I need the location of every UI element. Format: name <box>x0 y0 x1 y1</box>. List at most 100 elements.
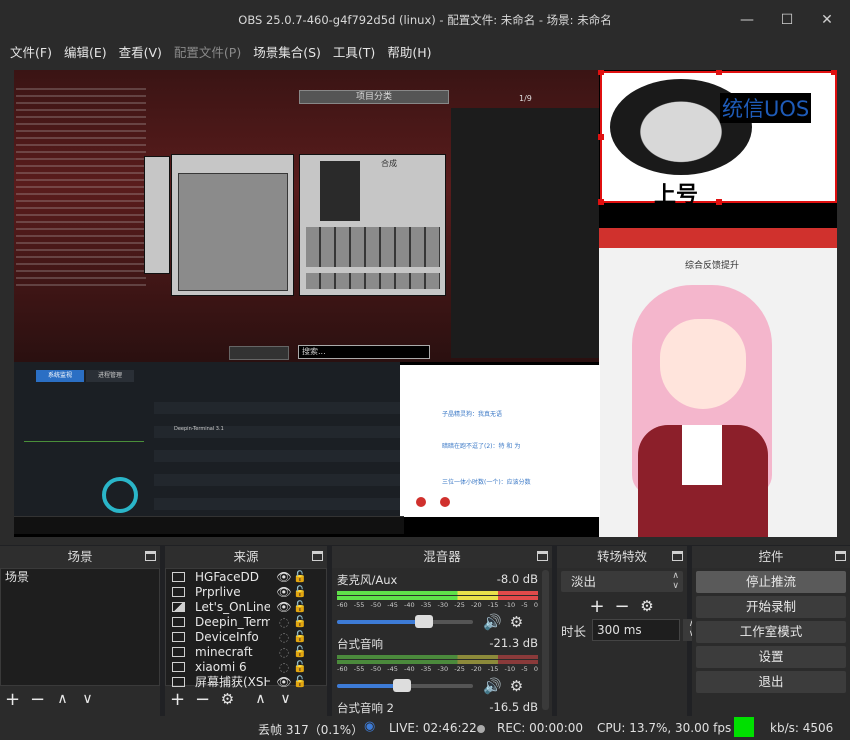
volume-slider[interactable] <box>337 679 473 692</box>
duration-spinbox[interactable]: 300 ms ∧∨ <box>592 619 702 641</box>
menu-tools[interactable]: 工具(T) <box>327 42 381 61</box>
remove-transition-button[interactable]: − <box>610 596 635 617</box>
live-time: LIVE: 02:46:22 <box>389 721 477 735</box>
source-item[interactable]: minecraft ◌ 🔓 <box>166 644 326 659</box>
source-item[interactable]: Prprlive 👁 🔓 <box>166 584 326 599</box>
eye-icon[interactable]: 👁 <box>276 675 292 689</box>
source-item[interactable]: Deepin_Termi ◌ 🔓 <box>166 614 326 629</box>
level-meter <box>337 655 538 659</box>
creative-tabs <box>144 156 170 274</box>
vtuber-avatar <box>582 275 827 537</box>
menu-scene-collection[interactable]: 场景集合(S) <box>247 42 327 61</box>
level-meter <box>337 596 538 600</box>
meme-overlay[interactable]: 统信UOS 上号 <box>598 70 837 208</box>
speaker-icon[interactable]: 🔊 <box>483 677 502 695</box>
transitions-title: 转场特效 <box>596 549 647 564</box>
mixer-title: 混音器 <box>423 549 461 564</box>
add-transition-button[interactable]: + <box>585 596 610 617</box>
channel-level: -16.5 dB <box>489 700 538 714</box>
eye-hidden-icon[interactable]: ◌ <box>276 645 292 659</box>
studio-mode-button[interactable]: 工作室模式 <box>696 621 846 643</box>
remove-source-button[interactable]: − <box>190 689 215 710</box>
monitor-tab: 系统监视 <box>36 370 84 382</box>
eye-icon[interactable]: 👁 <box>276 600 292 614</box>
game-search-bar[interactable]: 项目分类 <box>299 90 449 104</box>
scene-down-button[interactable]: ∨ <box>75 691 100 707</box>
lock-icon[interactable]: 🔓 <box>292 675 308 688</box>
source-item[interactable]: Let's_OnLine- 👁 🔓 <box>166 599 326 614</box>
gear-icon[interactable]: ⚙ <box>510 677 523 695</box>
eye-hidden-icon[interactable]: ◌ <box>276 630 292 644</box>
scene-up-button[interactable]: ∧ <box>50 691 75 707</box>
settings-button[interactable]: 设置 <box>696 646 846 668</box>
meter-scale: -60 -55 -50 -45 -40 -35 -30 -25 -20 -15 -10 -5 0 <box>337 665 538 673</box>
meter-scale: -60 -55 -50 -45 -40 -35 -30 -25 -20 -15 -10 -5 0 <box>337 601 538 609</box>
channel-name: 台式音响 2 <box>337 701 394 715</box>
monitor-tab: 进程管理 <box>86 370 134 382</box>
transitions-toolbar: + − ⚙ <box>557 593 687 619</box>
eye-hidden-icon[interactable]: ◌ <box>276 615 292 629</box>
menu-profile[interactable]: 配置文件(P) <box>168 42 247 61</box>
monitor-icon <box>172 646 185 657</box>
transition-select[interactable]: 淡出 ∧ ∨ <box>561 571 683 592</box>
scene-item[interactable]: 场景 <box>1 569 159 585</box>
undock-icon[interactable] <box>312 551 323 561</box>
level-meter <box>337 660 538 664</box>
start-recording-button[interactable]: 开始录制 <box>696 596 846 618</box>
source-item[interactable]: DeviceInfo ◌ 🔓 <box>166 629 326 644</box>
source-item[interactable]: HGFaceDD 👁 🔓 <box>166 569 326 584</box>
preview-canvas[interactable]: 项目分类 1/9 合成 搜索... 统信UOS 上号 综合反馈提升 子晶精灵狗：… <box>14 70 837 537</box>
gear-icon[interactable]: ⚙ <box>510 613 523 631</box>
source-up-button[interactable]: ∧ <box>248 691 273 707</box>
remove-scene-button[interactable]: − <box>25 689 50 710</box>
dock-bar <box>14 516 404 534</box>
overlay-caption: 上号 <box>654 183 699 208</box>
updown-icon: ∧ ∨ <box>672 571 679 591</box>
source-down-button[interactable]: ∨ <box>273 691 298 707</box>
eye-icon[interactable]: 👁 <box>276 585 292 599</box>
lock-icon[interactable]: 🔓 <box>292 615 308 628</box>
window-title: OBS 25.0.7-460-g4f792d5d (linux) - 配置文件:… <box>238 13 612 27</box>
lock-icon[interactable]: 🔓 <box>292 645 308 658</box>
channel-level: -21.3 dB <box>489 636 538 650</box>
chat-message: 暗暗在跑不逗了(2)：特 和 为 <box>442 443 521 450</box>
menu-help[interactable]: 帮助(H) <box>381 42 437 61</box>
game-search-field[interactable]: 搜索... <box>298 345 430 359</box>
lock-icon[interactable]: 🔓 <box>292 630 308 643</box>
source-item[interactable]: xiaomi 6 ◌ 🔓 <box>166 659 326 674</box>
volume-slider[interactable] <box>337 615 473 628</box>
source-properties-button[interactable]: ⚙ <box>215 690 240 708</box>
scenes-list[interactable]: 场景 <box>0 568 160 686</box>
lock-icon[interactable]: 🔓 <box>292 600 308 613</box>
add-scene-button[interactable]: + <box>0 689 25 710</box>
add-source-button[interactable]: + <box>165 689 190 710</box>
undock-icon[interactable] <box>145 551 156 561</box>
exit-button[interactable]: 退出 <box>696 671 846 693</box>
eye-icon[interactable]: 👁 <box>276 570 292 584</box>
usage-ring <box>102 477 138 513</box>
lock-icon[interactable]: 🔓 <box>292 570 308 583</box>
sources-list[interactable]: HGFaceDD 👁 🔓 Prprlive 👁 🔓 Let's_OnLine- 👁 🔓 De… <box>165 568 327 689</box>
menu-view[interactable]: 查看(V) <box>113 42 168 61</box>
stop-streaming-button[interactable]: 停止推流 <box>696 571 846 593</box>
item-grid <box>451 108 599 358</box>
hotbar <box>229 346 289 360</box>
undock-icon[interactable] <box>672 551 683 561</box>
undock-icon[interactable] <box>835 551 846 561</box>
lock-icon[interactable]: 🔓 <box>292 660 308 673</box>
dropped-frames: 丢帧 317（0.1%） <box>258 723 364 737</box>
close-button[interactable]: ✕ <box>817 10 837 30</box>
inventory-panel-left <box>171 154 294 296</box>
menu-edit[interactable]: 编辑(E) <box>58 42 113 61</box>
mixer-scrollbar[interactable] <box>542 570 549 710</box>
scenes-title: 场景 <box>67 549 93 564</box>
menu-file[interactable]: 文件(F) <box>4 42 58 61</box>
lock-icon[interactable]: 🔓 <box>292 585 308 598</box>
maximize-button[interactable]: ☐ <box>777 10 797 30</box>
undock-icon[interactable] <box>537 551 548 561</box>
speaker-icon[interactable]: 🔊 <box>483 613 502 631</box>
transition-properties-button[interactable]: ⚙ <box>635 597 660 615</box>
eye-hidden-icon[interactable]: ◌ <box>276 660 292 674</box>
chat-capture: 子晶精灵狗：我真无语 暗暗在跑不逗了(2)：特 和 为 三位一体小时数(一个)：… <box>400 365 600 517</box>
minimize-button[interactable]: — <box>737 10 757 30</box>
